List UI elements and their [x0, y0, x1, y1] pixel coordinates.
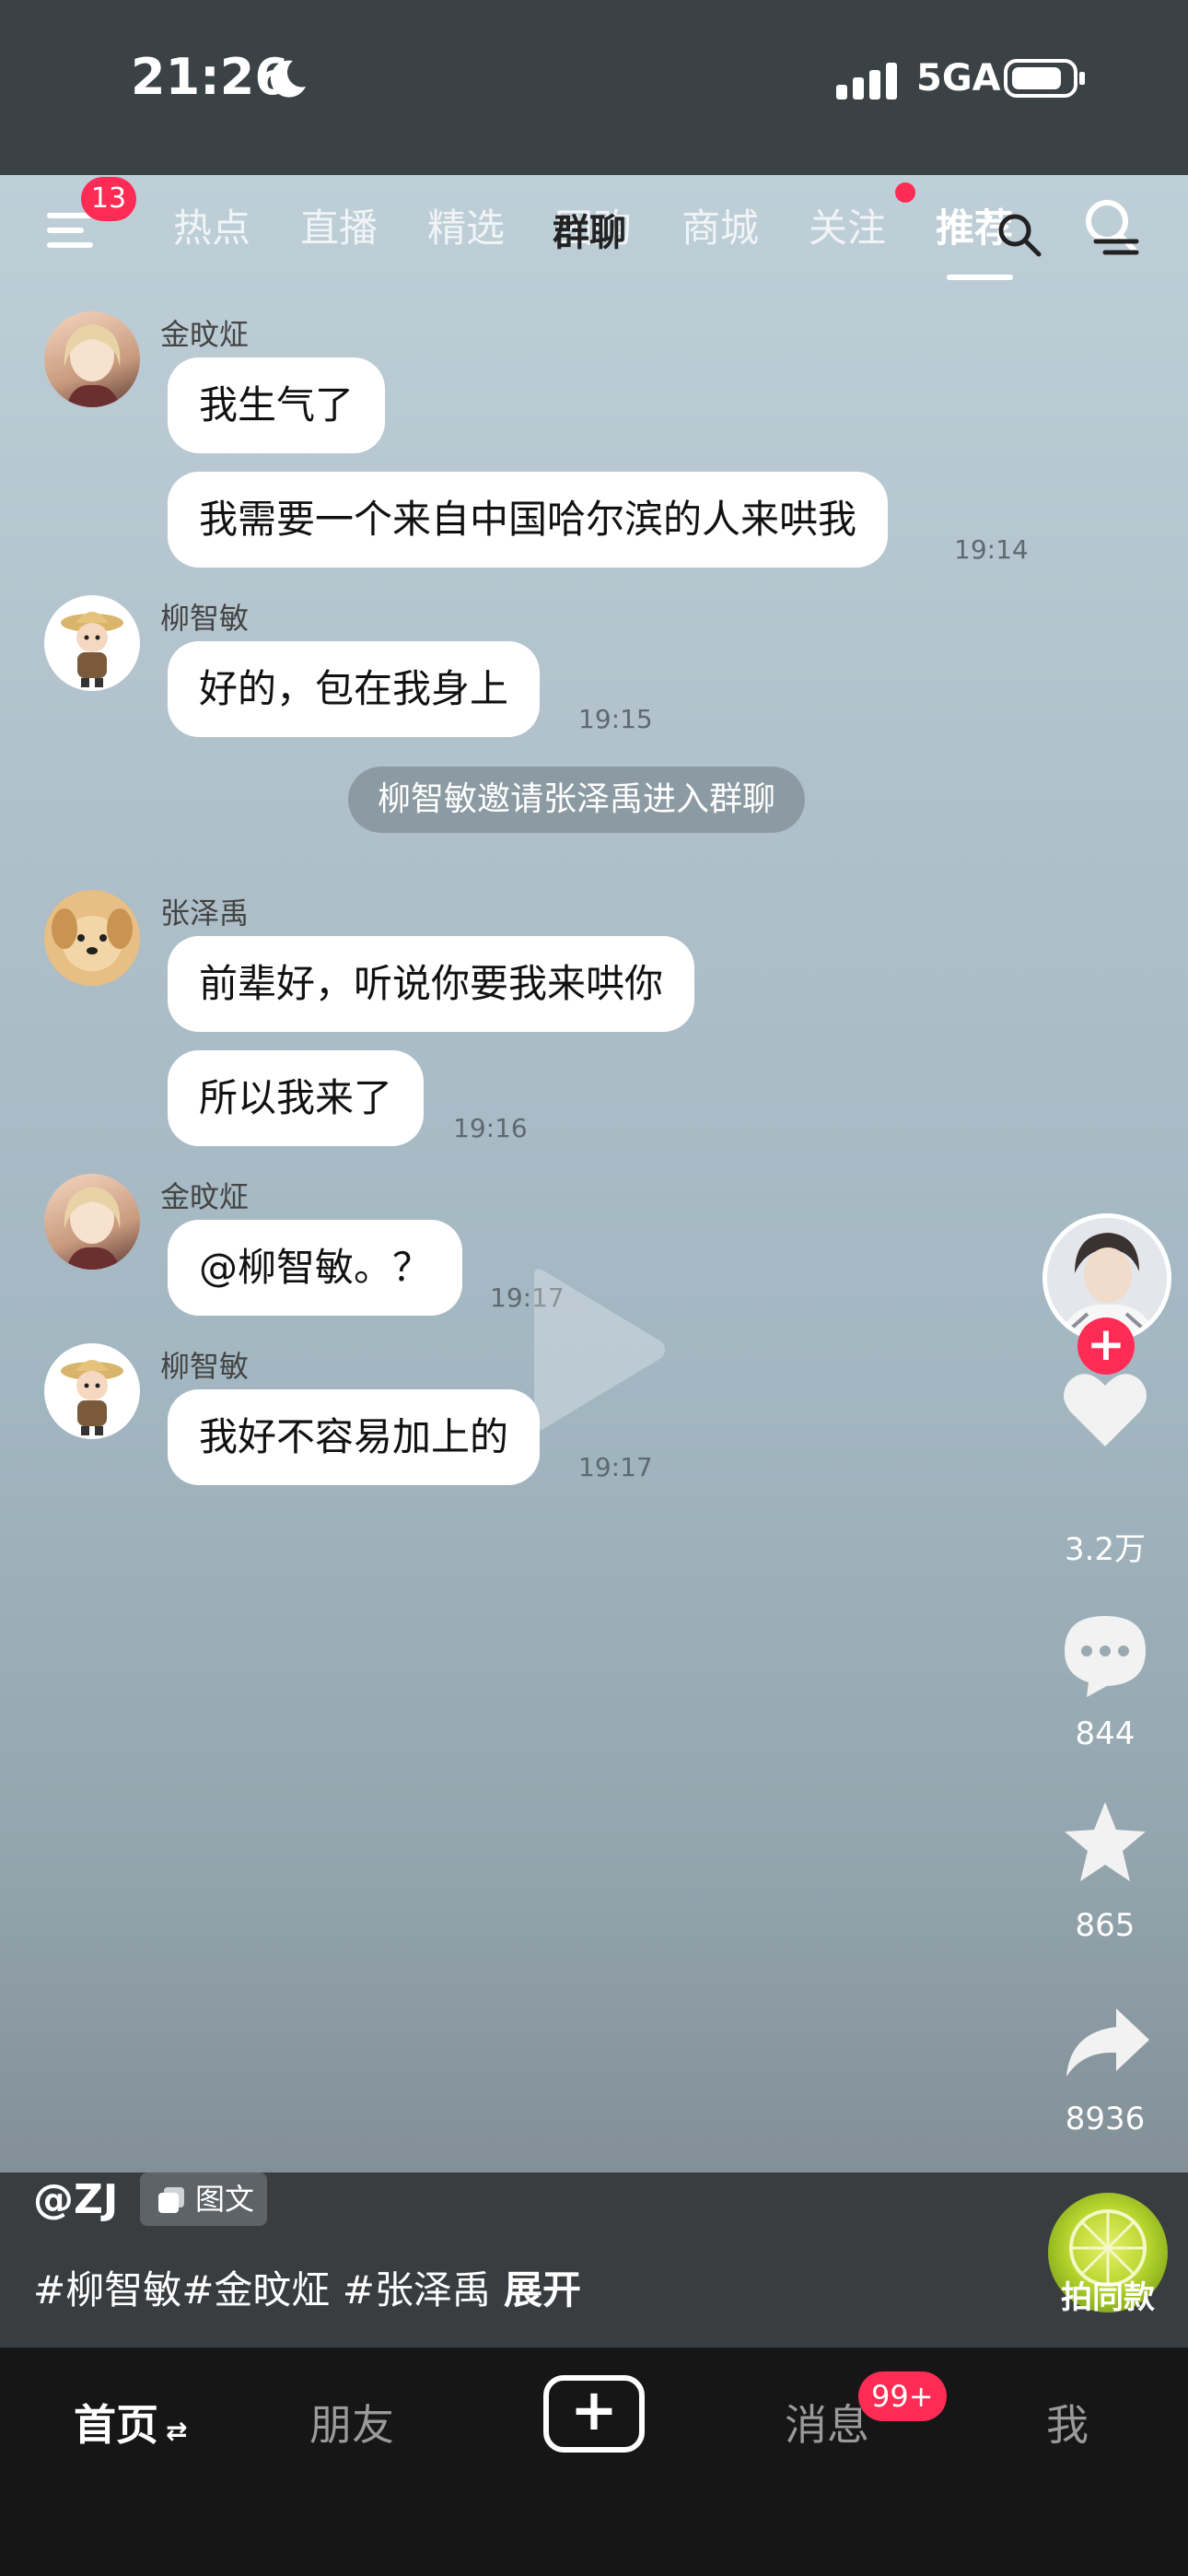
- tab-mall[interactable]: 商城: [681, 197, 759, 253]
- woman-portrait-icon: [64, 324, 121, 407]
- avatar-zhang[interactable]: [44, 890, 140, 986]
- follow-button[interactable]: +: [1077, 1317, 1135, 1375]
- message-bubble[interactable]: 我需要一个来自中国哈尔滨的人来哄我: [168, 472, 889, 568]
- tab-featured[interactable]: 精选: [427, 197, 505, 253]
- message-time: 19:14: [954, 534, 1029, 565]
- top-navigation: 13 热点 直播 精选 团购 商城 关注 推荐 群聊: [0, 175, 1188, 286]
- author-handle[interactable]: @ZJ: [33, 2176, 118, 2223]
- status-bar: 21:26 5GA: [0, 0, 1188, 175]
- avatar-jin[interactable]: [44, 1174, 140, 1270]
- cartoon-farmer-icon: [61, 612, 123, 687]
- note-type-label: 图文: [195, 2182, 255, 2217]
- nav-messages[interactable]: 消息: [785, 2392, 869, 2453]
- puppy-icon: [44, 890, 140, 986]
- battery-level-fill: [1012, 67, 1061, 89]
- battery-icon: [1004, 59, 1085, 98]
- active-tab-indicator: [947, 275, 1013, 280]
- nav-me[interactable]: 我: [1046, 2392, 1089, 2453]
- message-bubble[interactable]: 前辈好，听说你要我来哄你: [168, 936, 695, 1032]
- nav-home[interactable]: 首页 ⇄: [74, 2392, 187, 2453]
- menu-badge: 13: [81, 177, 136, 221]
- message-time: 19:15: [578, 704, 653, 734]
- play-icon[interactable]: [516, 1262, 672, 1437]
- search-icon[interactable]: [1077, 193, 1151, 267]
- avatar-liu[interactable]: [44, 595, 140, 691]
- sender-name: 张泽禹: [160, 896, 250, 931]
- group-chat-title: 群聊: [553, 212, 626, 254]
- clock: 21:26: [131, 48, 289, 106]
- nav-friends[interactable]: 朋友: [309, 2392, 394, 2453]
- image-stack-icon: [158, 2187, 184, 2213]
- tab-following[interactable]: 关注: [809, 197, 886, 253]
- same-style-label[interactable]: 拍同款: [1013, 2272, 1188, 2317]
- nav-home-label: 首页: [74, 2400, 158, 2450]
- video-feed[interactable]: 13 热点 直播 精选 团购 商城 关注 推荐 群聊 金旼炡 我生气了 我需要一…: [0, 175, 1188, 2172]
- comment-icon[interactable]: [1061, 1610, 1149, 1699]
- message-bubble[interactable]: @柳智敏。？: [168, 1220, 463, 1316]
- chat-search-icon: [998, 214, 1042, 257]
- system-notice: 柳智敏邀请张泽禹进入群聊: [348, 767, 806, 833]
- share-count: 8936: [1065, 2101, 1146, 2137]
- favorite-count: 865: [1075, 1907, 1136, 1944]
- message-time: 19:16: [453, 1113, 528, 1143]
- bottom-navigation: 首页 ⇄ 朋友 + 消息 99+ 我: [0, 2348, 1188, 2576]
- sender-name: 金旼炡: [160, 1179, 250, 1214]
- sender-name: 柳智敏: [160, 1349, 250, 1384]
- do-not-disturb-moon-icon: [270, 60, 306, 98]
- note-type-badge[interactable]: 图文: [140, 2172, 268, 2226]
- network-type: 5GA: [916, 57, 1001, 100]
- create-post-button[interactable]: +: [543, 2375, 645, 2453]
- cartoon-farmer-icon: [61, 1360, 123, 1435]
- message-bubble[interactable]: 我生气了: [168, 357, 386, 453]
- favorite-star-icon[interactable]: [1061, 1798, 1149, 1887]
- avatar-jin[interactable]: [44, 311, 140, 407]
- messages-badge: 99+: [858, 2371, 947, 2421]
- message-bubble[interactable]: 我好不容易加上的: [168, 1389, 541, 1485]
- message-bubble[interactable]: 好的，包在我身上: [168, 641, 541, 737]
- tab-live[interactable]: 直播: [300, 197, 378, 253]
- cellular-signal-icon: [836, 63, 897, 100]
- tab-hot[interactable]: 热点: [173, 197, 250, 253]
- hashtags[interactable]: #柳智敏#金旼炡 #张泽禹: [33, 2267, 491, 2313]
- comment-count: 844: [1075, 1715, 1136, 1752]
- message-bubble[interactable]: 所以我来了: [168, 1050, 425, 1146]
- avatar-liu[interactable]: [44, 1343, 140, 1439]
- message-time: 19:17: [578, 1452, 653, 1482]
- share-icon[interactable]: [1063, 2005, 1151, 2082]
- heart-icon[interactable]: [1061, 1369, 1149, 1450]
- expand-link[interactable]: 展开: [504, 2267, 581, 2313]
- caption-text[interactable]: #柳智敏#金旼炡 #张泽禹 展开: [33, 2259, 581, 2315]
- like-count: 3.2万: [1064, 1531, 1147, 1568]
- sender-name: 金旼炡: [160, 317, 250, 352]
- woman-portrait-icon: [64, 1187, 121, 1270]
- swap-arrows-icon: ⇄: [166, 2416, 188, 2446]
- sender-name: 柳智敏: [160, 601, 250, 636]
- following-unread-dot: [895, 182, 915, 203]
